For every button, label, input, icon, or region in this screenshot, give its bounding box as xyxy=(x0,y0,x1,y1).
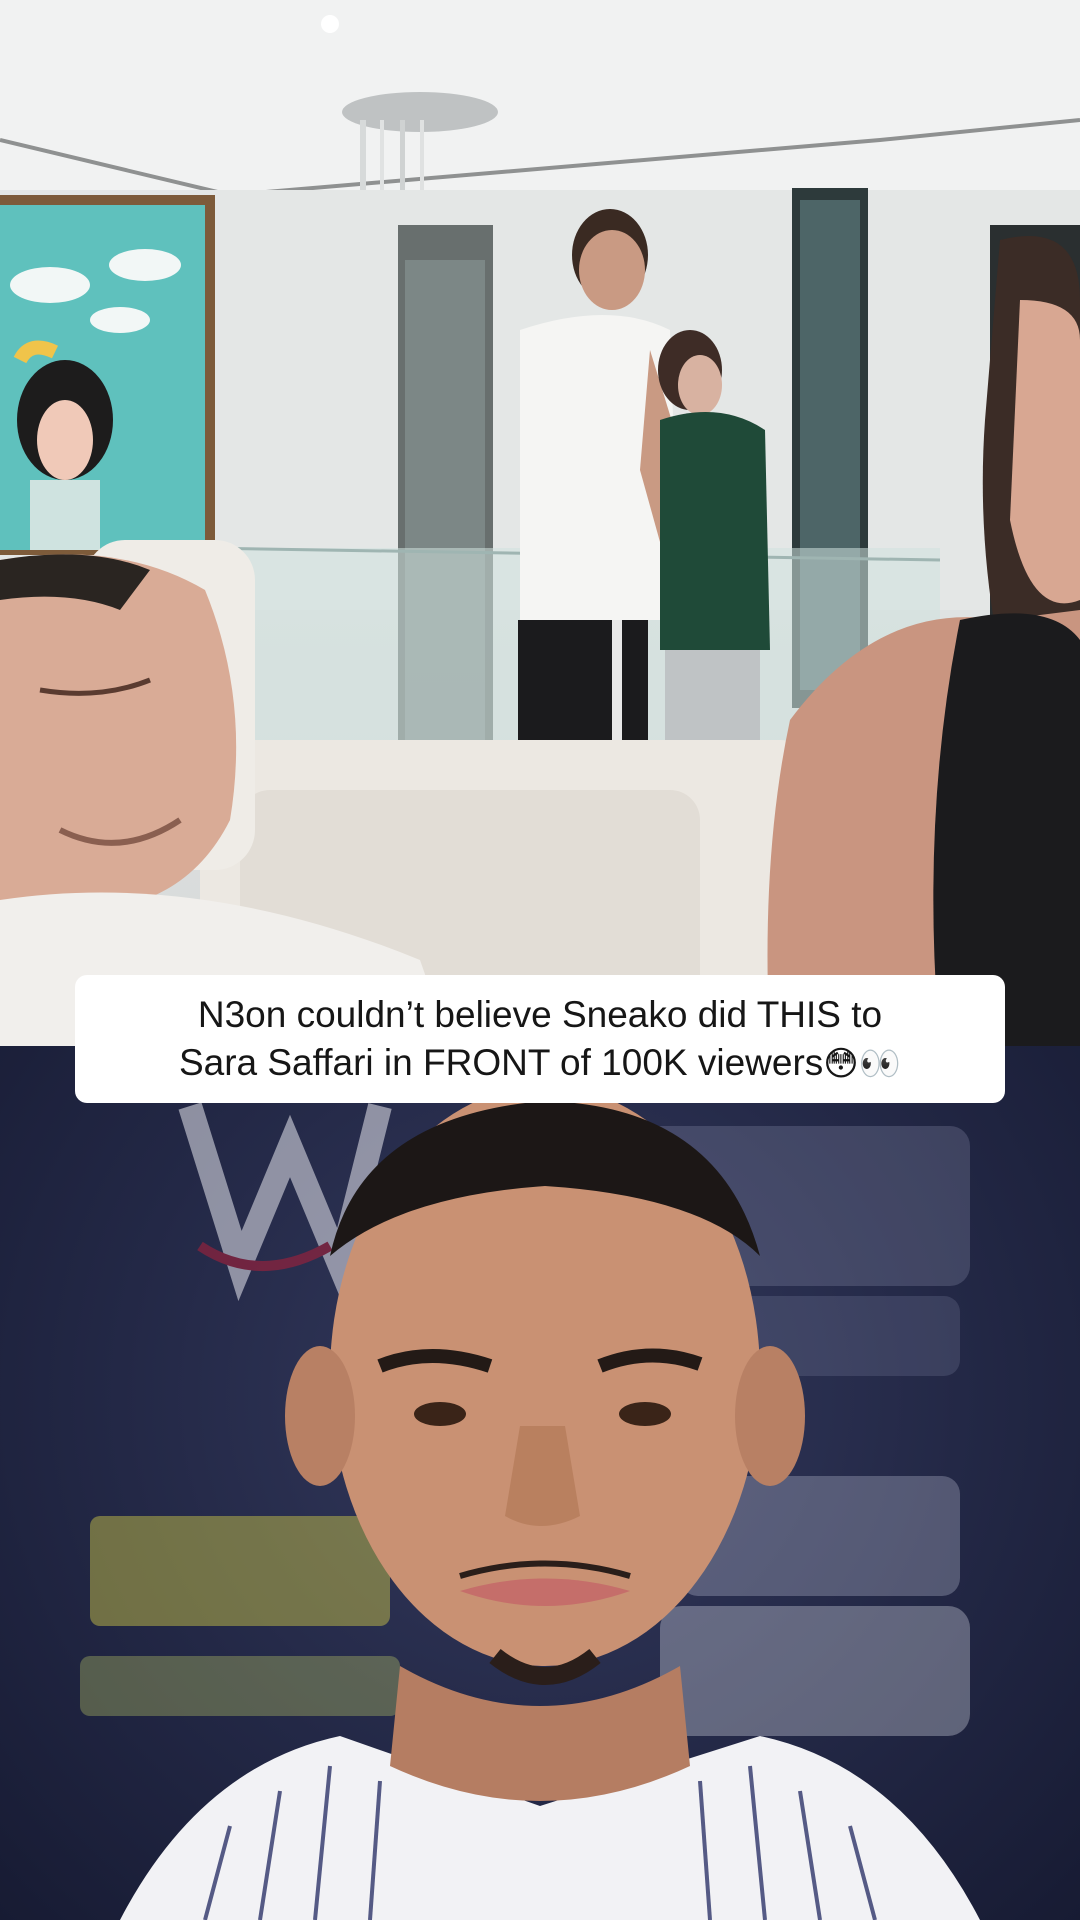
caption-line-2-text: Sara Saffari in FRONT of 100K viewers xyxy=(178,1041,824,1083)
bottom-portrait-clip xyxy=(0,1046,1080,1920)
caption-line-1: N3on couldn’t believe Sneako did THIS to xyxy=(197,993,883,1035)
top-video-clip xyxy=(0,0,1080,1046)
flushed-eyes-emoji-icon: 😳👀 xyxy=(823,1043,902,1084)
video-frame[interactable]: N3on couldn’t believe Sneako did THIS to… xyxy=(0,0,1080,1920)
caption-banner: N3on couldn’t believe Sneako did THIS to… xyxy=(75,975,1005,1103)
wall-painting xyxy=(0,195,215,555)
caption-line-2: Sara Saffari in FRONT of 100K viewers😳👀 xyxy=(179,1039,901,1088)
bottom-scene-illustration xyxy=(80,1086,980,1920)
top-scene-illustration xyxy=(0,0,1080,1046)
